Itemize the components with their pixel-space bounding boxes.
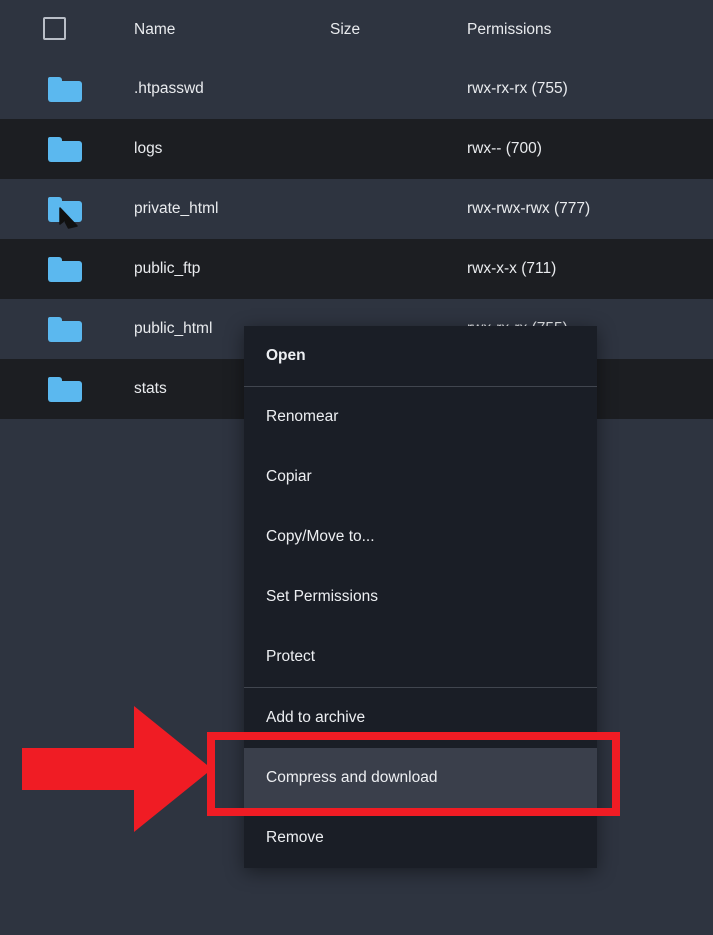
file-permissions: rwx-rwx-rwx (777) xyxy=(467,200,591,217)
file-name: logs xyxy=(134,140,163,157)
folder-icon xyxy=(48,197,82,222)
menu-item-add-to-archive[interactable]: Add to archive xyxy=(244,688,597,748)
file-name: .htpasswd xyxy=(134,80,204,97)
file-name: public_ftp xyxy=(134,260,201,277)
file-name: public_html xyxy=(134,320,213,337)
folder-icon xyxy=(48,377,82,402)
table-header-row: Name Size Permissions xyxy=(0,0,713,59)
context-menu: Open Renomear Copiar Copy/Move to... Set… xyxy=(244,326,597,868)
menu-item-compress-and-download[interactable]: Compress and download xyxy=(244,748,597,808)
menu-item-copiar[interactable]: Copiar xyxy=(244,447,597,507)
folder-icon xyxy=(48,77,82,102)
column-header-size[interactable]: Size xyxy=(330,0,360,59)
file-name: private_html xyxy=(134,200,219,217)
menu-item-remove[interactable]: Remove xyxy=(244,808,597,868)
file-permissions: rwx-- (700) xyxy=(467,140,542,157)
folder-icon xyxy=(48,257,82,282)
column-header-permissions[interactable]: Permissions xyxy=(467,0,551,59)
menu-item-renomear[interactable]: Renomear xyxy=(244,387,597,447)
menu-item-copy-move-to[interactable]: Copy/Move to... xyxy=(244,507,597,567)
table-row[interactable]: .htpasswd rwx-rx-rx (755) xyxy=(0,59,713,119)
menu-item-set-permissions[interactable]: Set Permissions xyxy=(244,567,597,627)
folder-icon xyxy=(48,317,82,342)
menu-item-open[interactable]: Open xyxy=(244,326,597,386)
menu-item-protect[interactable]: Protect xyxy=(244,627,597,687)
table-row[interactable]: logs rwx-- (700) xyxy=(0,119,713,179)
column-header-name[interactable]: Name xyxy=(134,0,175,59)
select-all-checkbox[interactable] xyxy=(43,17,66,40)
table-row[interactable]: public_ftp rwx-x-x (711) xyxy=(0,239,713,299)
file-name: stats xyxy=(134,380,167,397)
file-permissions: rwx-x-x (711) xyxy=(467,260,557,277)
table-row[interactable]: private_html rwx-rwx-rwx (777) xyxy=(0,179,713,239)
right-arrow-annotation xyxy=(22,706,212,832)
folder-icon xyxy=(48,137,82,162)
file-permissions: rwx-rx-rx (755) xyxy=(467,80,568,97)
